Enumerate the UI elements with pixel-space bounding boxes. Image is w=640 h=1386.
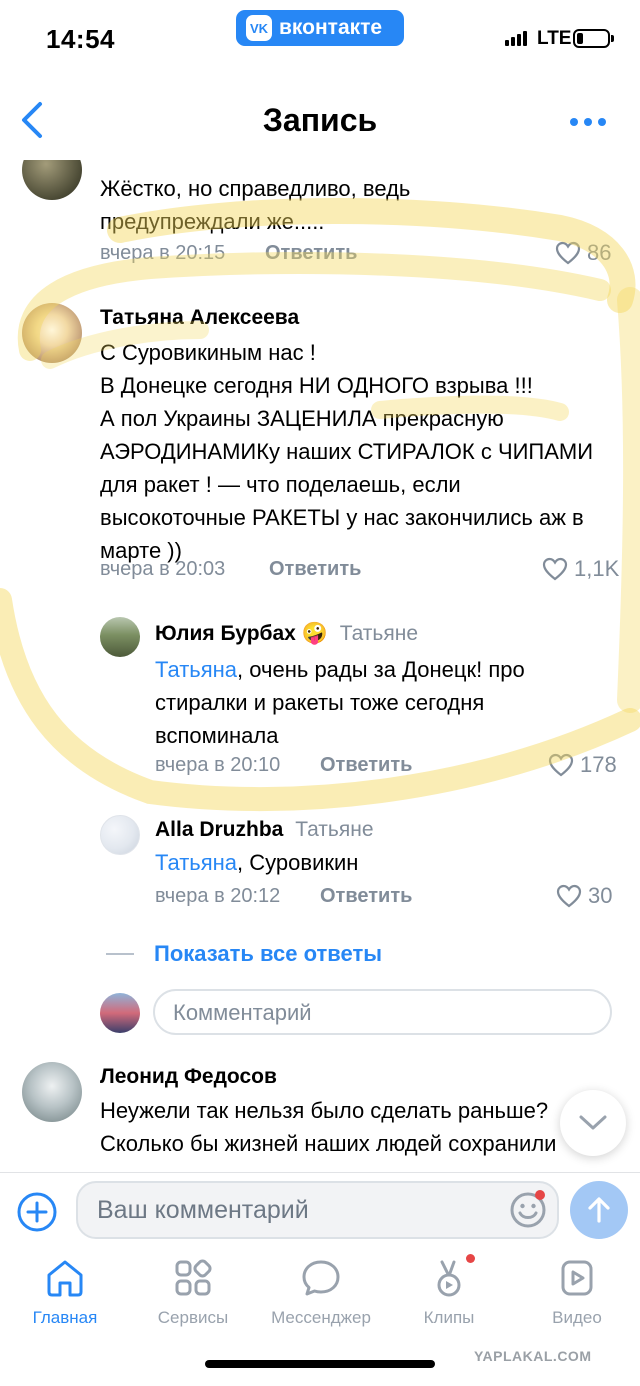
reply-author[interactable]: Alla Druzhba Татьяне: [155, 818, 374, 842]
like-count: 178: [580, 752, 617, 777]
network-type: LTE: [537, 28, 572, 49]
vk-app-badge-label: вконтакте: [279, 16, 383, 39]
heart-icon: [548, 753, 574, 777]
scroll-down-button[interactable]: [560, 1090, 626, 1156]
comment-input[interactable]: Ваш комментарий: [76, 1181, 559, 1239]
signal-icon: [505, 31, 527, 46]
my-avatar: [100, 993, 140, 1033]
like-count: 1,1K: [574, 556, 620, 581]
show-all-replies[interactable]: Показать все ответы: [106, 941, 382, 967]
battery-level: [577, 33, 583, 44]
reply-button[interactable]: Ответить: [320, 754, 412, 777]
battery-icon: [573, 29, 614, 48]
avatar[interactable]: [100, 617, 140, 657]
comment-text: С Суровикиным нас ! В Донецке сегодня НИ…: [100, 340, 594, 563]
home-indicator[interactable]: [205, 1360, 435, 1368]
services-icon: [175, 1259, 212, 1296]
mention-link[interactable]: Татьяна: [155, 657, 237, 682]
like-button[interactable]: 1,1K: [542, 556, 619, 582]
comment-text: Неужели так нельзя было сделать раньше? …: [100, 1098, 557, 1156]
comment-time: вчера в 20:10: [155, 754, 281, 776]
heart-icon: [556, 884, 582, 908]
send-button[interactable]: [570, 1181, 628, 1239]
comments-feed[interactable]: Жёстко, но справедливо, ведь предупрежда…: [0, 160, 640, 1172]
chevron-down-icon: [579, 1115, 607, 1130]
avatar[interactable]: [22, 1062, 82, 1122]
like-button[interactable]: 178: [548, 752, 617, 778]
avatar[interactable]: [22, 160, 82, 200]
video-icon: [561, 1260, 593, 1296]
reply-button[interactable]: Ответить: [269, 558, 361, 581]
comment-author[interactable]: Татьяна Алексеева: [100, 306, 299, 330]
avatar[interactable]: [22, 303, 82, 363]
comment-time: вчера в 20:12: [155, 885, 281, 907]
home-icon: [47, 1260, 83, 1297]
tab-label: Мессенджер: [271, 1308, 371, 1327]
divider: [106, 953, 134, 955]
tab-home[interactable]: Главная: [0, 1256, 130, 1328]
notification-dot: [466, 1254, 475, 1263]
page-title: Запись: [262, 102, 378, 138]
status-time: 14:54: [46, 24, 115, 54]
comment-input-bar: Ваш комментарий: [0, 1172, 640, 1250]
notification-dot: [535, 1190, 545, 1200]
comment-text: Жёстко, но справедливо, ведь предупрежда…: [100, 176, 411, 234]
tab-services[interactable]: Сервисы: [128, 1256, 258, 1328]
comment-author[interactable]: Леонид Федосов: [100, 1065, 277, 1089]
tab-video[interactable]: Видео: [512, 1256, 640, 1328]
avatar[interactable]: [100, 815, 140, 855]
reply-to[interactable]: Татьяне: [340, 622, 418, 645]
tab-clips[interactable]: Клипы: [384, 1256, 514, 1328]
like-button[interactable]: 86: [555, 240, 611, 266]
tab-label: Сервисы: [157, 1308, 229, 1327]
arrow-up-icon: [588, 1197, 610, 1223]
like-button[interactable]: 30: [556, 883, 612, 909]
like-count: 86: [587, 240, 612, 265]
watermark: YAPLAKAL.COM: [474, 1348, 592, 1364]
vk-logo-icon: VK: [246, 15, 272, 41]
page-header: Запись: [0, 82, 640, 160]
reply-to[interactable]: Татьяне: [295, 818, 373, 841]
show-all-replies-label: Показать все ответы: [154, 941, 383, 966]
more-options-icon[interactable]: [570, 118, 606, 126]
reply-comment-input[interactable]: Комментарий: [153, 989, 612, 1035]
reply-author[interactable]: Юлия Бурбах 🤪 Татьяне: [155, 622, 418, 646]
status-bar: 14:54 VK вконтакте LTE: [0, 0, 640, 80]
messenger-icon: [302, 1260, 340, 1296]
heart-icon: [542, 557, 568, 581]
tab-label: Видео: [552, 1308, 602, 1327]
reply-text: Татьяна, Суровикин: [155, 850, 359, 875]
reply-text: Татьяна, очень рады за Донецк! про стира…: [155, 657, 525, 748]
mention-link[interactable]: Татьяна: [155, 850, 237, 875]
add-attachment-icon[interactable]: [16, 1191, 58, 1233]
reply-button[interactable]: Ответить: [265, 242, 357, 265]
comment-time: вчера в 20:15: [100, 242, 226, 264]
reply-button[interactable]: Ответить: [320, 885, 412, 908]
heart-icon: [555, 241, 581, 265]
tab-label: Клипы: [423, 1308, 475, 1327]
tab-messenger[interactable]: Мессенджер: [256, 1256, 386, 1328]
tab-label: Главная: [32, 1308, 98, 1327]
like-count: 30: [588, 883, 613, 908]
clips-icon: [437, 1260, 461, 1297]
comment-time: вчера в 20:03: [100, 558, 226, 580]
author-emoji: 🤪: [301, 622, 328, 645]
vk-app-badge[interactable]: VK вконтакте: [236, 10, 404, 46]
